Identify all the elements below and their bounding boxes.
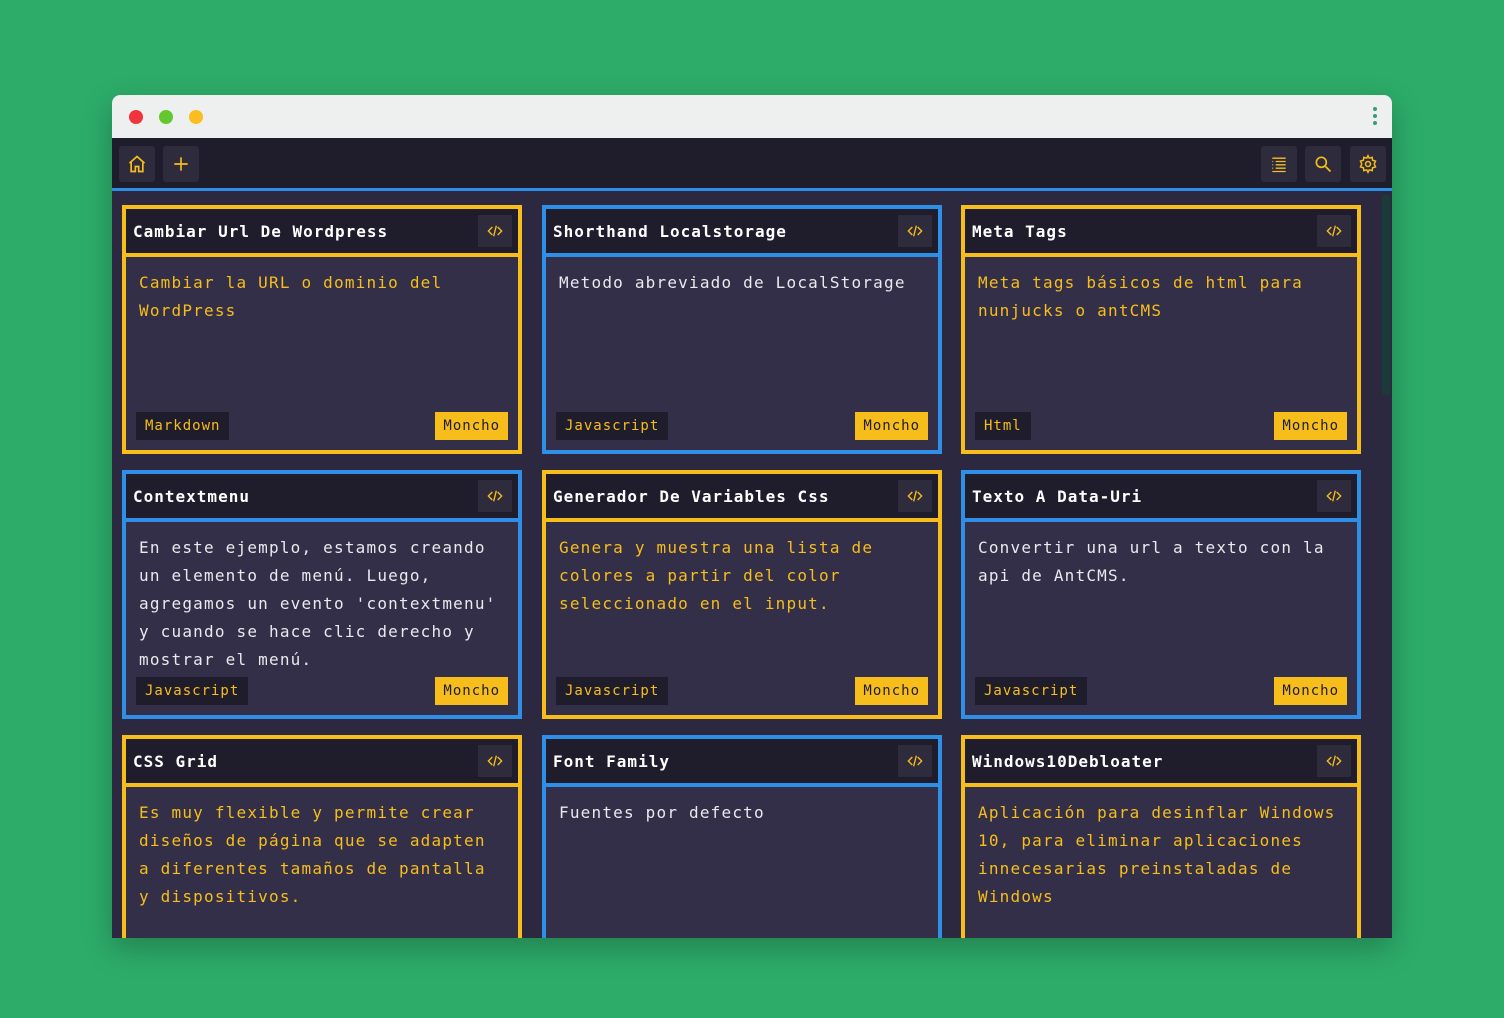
snippet-card[interactable]: CSS Grid Es muy flexible y permite crear… <box>122 735 522 938</box>
snippet-card[interactable]: Texto A Data-Uri Convertir una url a tex… <box>961 470 1361 719</box>
card-title: Texto A Data-Uri <box>972 487 1143 506</box>
home-button[interactable] <box>119 146 155 182</box>
scrollbar-thumb[interactable] <box>1382 195 1390 395</box>
snippet-card[interactable]: Cambiar Url De Wordpress Cambiar la URL … <box>122 205 522 454</box>
gear-icon <box>1359 154 1377 174</box>
view-code-button[interactable] <box>478 480 512 512</box>
language-tag[interactable]: Javascript <box>975 677 1088 705</box>
language-tag[interactable]: Javascript <box>556 677 669 705</box>
card-title: Shorthand Localstorage <box>553 222 787 241</box>
card-description: Meta tags básicos de html para nunjucks … <box>978 273 1303 320</box>
card-header: Cambiar Url De Wordpress <box>126 209 518 257</box>
card-title: Windows10Debloater <box>972 752 1164 771</box>
list-view-button[interactable] <box>1261 146 1297 182</box>
view-code-button[interactable] <box>1317 745 1351 777</box>
language-tag[interactable]: Javascript <box>136 677 249 705</box>
code-icon <box>1326 755 1342 767</box>
list-icon <box>1272 157 1286 173</box>
card-title: Font Family <box>553 752 670 771</box>
plus-icon <box>174 157 188 171</box>
author-tag[interactable]: Moncho <box>435 412 508 440</box>
code-icon <box>487 490 503 502</box>
card-header: CSS Grid <box>126 739 518 787</box>
code-icon <box>1326 225 1342 237</box>
snippet-card[interactable]: Windows10Debloater Aplicación para desin… <box>961 735 1361 938</box>
author-tag[interactable]: Moncho <box>435 677 508 705</box>
snippet-card[interactable]: Shorthand Localstorage Metodo abreviado … <box>542 205 942 454</box>
view-code-button[interactable] <box>898 215 932 247</box>
card-header: Contextmenu <box>126 474 518 522</box>
view-code-button[interactable] <box>478 215 512 247</box>
snippet-card[interactable]: Meta Tags Meta tags básicos de html para… <box>961 205 1361 454</box>
search-icon <box>1315 156 1332 173</box>
author-tag[interactable]: Moncho <box>855 677 928 705</box>
author-tag[interactable]: Moncho <box>855 412 928 440</box>
code-icon <box>1326 490 1342 502</box>
card-description: Fuentes por defecto <box>559 803 765 822</box>
browser-window: Cambiar Url De Wordpress Cambiar la URL … <box>112 95 1392 938</box>
card-header: Windows10Debloater <box>965 739 1357 787</box>
card-description: Es muy flexible y permite crear diseños … <box>139 803 486 906</box>
code-icon <box>487 225 503 237</box>
close-window-button[interactable] <box>129 110 143 124</box>
view-code-button[interactable] <box>478 745 512 777</box>
code-icon <box>907 755 923 767</box>
snippet-grid: Cambiar Url De Wordpress Cambiar la URL … <box>112 191 1392 938</box>
minimize-window-button[interactable] <box>189 110 203 124</box>
title-bar <box>112 95 1392 138</box>
snippet-card[interactable]: Generador De Variables Css Genera y mues… <box>542 470 942 719</box>
code-icon <box>907 225 923 237</box>
card-description: Aplicación para desinflar Windows 10, pa… <box>978 803 1336 906</box>
card-title: Meta Tags <box>972 222 1068 241</box>
view-code-button[interactable] <box>1317 215 1351 247</box>
card-description: Convertir una url a texto con la api de … <box>978 538 1325 585</box>
language-tag[interactable]: Html <box>975 412 1031 440</box>
settings-button[interactable] <box>1350 146 1386 182</box>
snippet-card[interactable]: Contextmenu En este ejemplo, estamos cre… <box>122 470 522 719</box>
card-title: CSS Grid <box>133 752 219 771</box>
card-description: En este ejemplo, estamos creando un elem… <box>139 538 497 669</box>
app-toolbar <box>112 138 1392 191</box>
view-code-button[interactable] <box>898 480 932 512</box>
home-icon <box>128 155 146 173</box>
card-header: Font Family <box>546 739 938 787</box>
card-description: Genera y muestra una lista de colores a … <box>559 538 874 613</box>
scrollbar[interactable] <box>1380 191 1392 938</box>
card-title: Cambiar Url De Wordpress <box>133 222 389 241</box>
code-icon <box>487 755 503 767</box>
add-snippet-button[interactable] <box>163 146 199 182</box>
card-title: Generador De Variables Css <box>553 487 830 506</box>
view-code-button[interactable] <box>898 745 932 777</box>
card-header: Shorthand Localstorage <box>546 209 938 257</box>
view-code-button[interactable] <box>1317 480 1351 512</box>
snippet-card[interactable]: Font Family Fuentes por defecto <box>542 735 942 938</box>
language-tag[interactable]: Javascript <box>556 412 669 440</box>
author-tag[interactable]: Moncho <box>1274 412 1347 440</box>
card-header: Meta Tags <box>965 209 1357 257</box>
more-options-icon[interactable] <box>1372 104 1378 130</box>
search-button[interactable] <box>1305 146 1341 182</box>
author-tag[interactable]: Moncho <box>1274 677 1347 705</box>
maximize-window-button[interactable] <box>159 110 173 124</box>
card-description: Cambiar la URL o dominio del WordPress <box>139 273 443 320</box>
card-description: Metodo abreviado de LocalStorage <box>559 273 906 292</box>
card-header: Texto A Data-Uri <box>965 474 1357 522</box>
language-tag[interactable]: Markdown <box>136 412 230 440</box>
card-header: Generador De Variables Css <box>546 474 938 522</box>
card-title: Contextmenu <box>133 487 250 506</box>
code-icon <box>907 490 923 502</box>
